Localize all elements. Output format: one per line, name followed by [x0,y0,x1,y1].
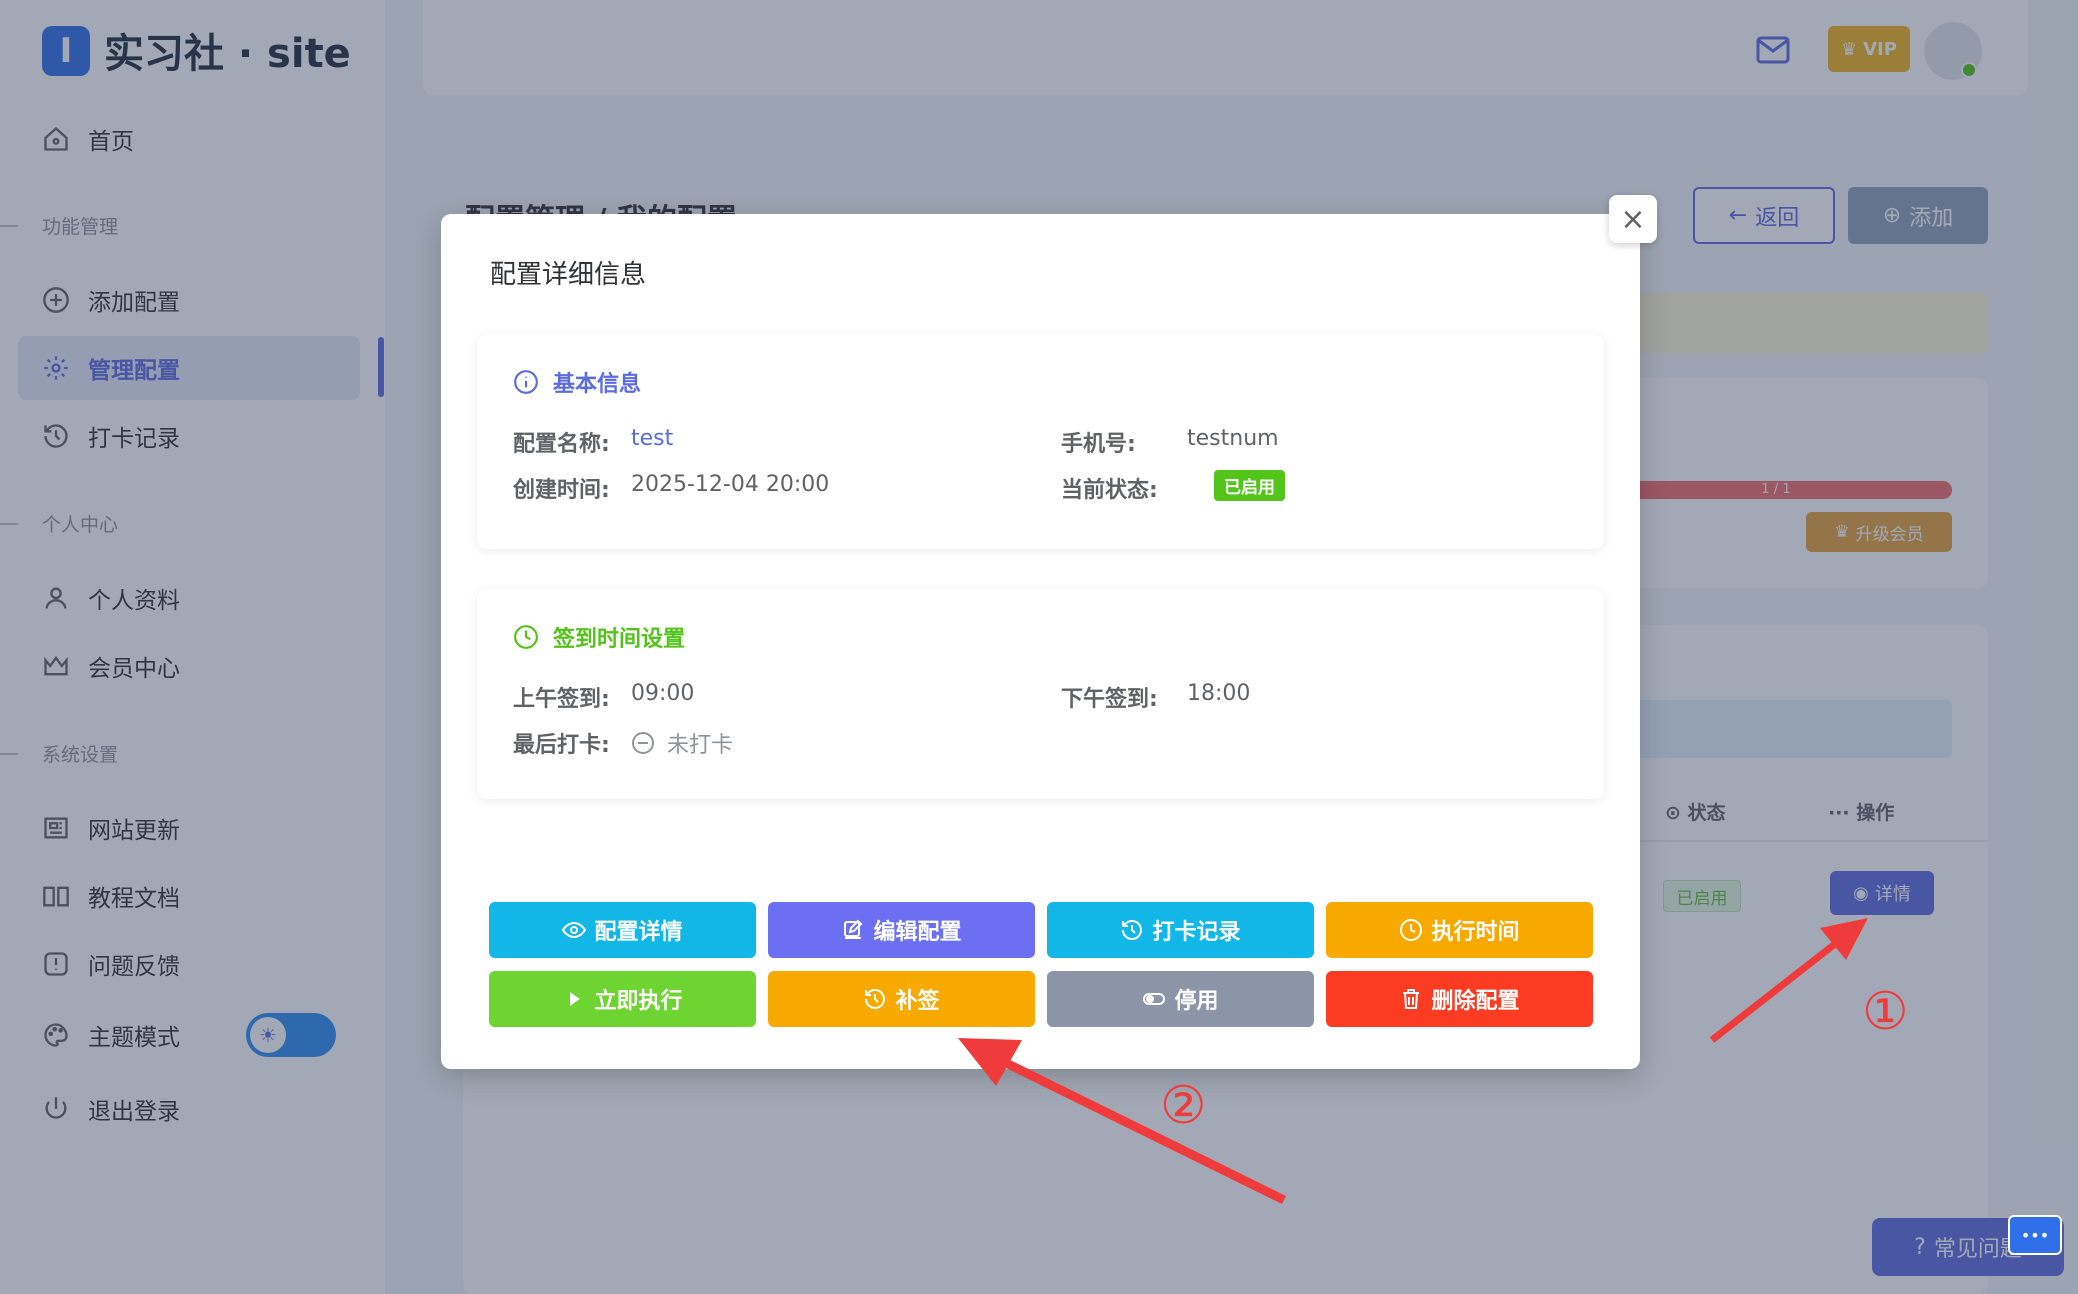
annotation-number-two: ② [1160,1076,1207,1136]
annotation-arrows [958,918,1868,1205]
arrow-to-detail [1709,918,1868,1043]
annotation-number-one: ① [1862,982,1909,1042]
arrow-to-makeup [958,1038,1286,1205]
